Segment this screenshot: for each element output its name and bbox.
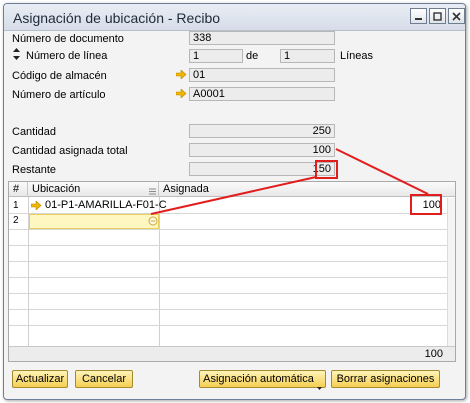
row-divider (9, 261, 455, 262)
warehouse-code-field[interactable]: 01 (189, 68, 335, 82)
row-number: 2 (13, 215, 19, 226)
row-divider (9, 277, 455, 278)
update-button[interactable]: Actualizar (12, 370, 68, 388)
document-number-field[interactable]: 338 (189, 31, 335, 45)
quantity-field: 250 (189, 124, 335, 138)
lines-label: Líneas (340, 50, 374, 62)
column-header-number[interactable]: # (9, 182, 28, 197)
line-current-field[interactable]: 1 (189, 49, 243, 63)
grid-footer: 100 (9, 346, 455, 361)
row-divider (9, 229, 455, 230)
link-arrow-icon[interactable] (175, 88, 187, 99)
allocation-grid: # Ubicación Asignada 1 01-P1-AMARILLA-F0… (8, 181, 456, 362)
table-row[interactable]: 1 01-P1-AMARILLA-F01-C 100 (9, 198, 455, 213)
row-divider (9, 309, 455, 310)
dropdown-arrow-icon (317, 380, 322, 390)
cancel-button[interactable]: Cancelar (75, 370, 133, 388)
grid-scrollbar[interactable] (447, 198, 455, 346)
location-cell[interactable]: 01-P1-AMARILLA-F01-C (45, 199, 167, 211)
row-number: 1 (13, 200, 19, 211)
browse-icon[interactable] (148, 216, 158, 226)
line-stepper-icon[interactable] (12, 47, 21, 61)
item-number-field[interactable]: A0001 (189, 87, 335, 101)
minimize-icon[interactable] (410, 8, 427, 24)
auto-assign-label: Asignación automática (203, 373, 314, 385)
row-divider (9, 325, 455, 326)
grid-header: # Ubicación Asignada (9, 182, 455, 197)
quantity-label: Cantidad (12, 126, 57, 138)
row-divider (9, 293, 455, 294)
warehouse-code-label: Código de almacén (12, 70, 107, 82)
assigned-total-field: 100 (189, 143, 335, 157)
close-icon[interactable] (448, 8, 465, 24)
column-header-location[interactable]: Ubicación (28, 182, 159, 197)
remaining-label: Restante (12, 164, 57, 176)
column-menu-icon[interactable] (149, 186, 156, 195)
document-number-label: Número de documento (12, 33, 124, 45)
line-total-field: 1 (280, 49, 335, 63)
remaining-field: 150 (189, 162, 335, 176)
link-arrow-icon[interactable] (30, 200, 42, 211)
clear-assign-button[interactable]: Borrar asignaciones (331, 370, 440, 388)
auto-assign-button[interactable]: Asignación automática (199, 370, 326, 390)
line-of-label: de (246, 50, 259, 62)
maximize-icon[interactable] (429, 8, 446, 24)
window-title: Asignación de ubicación - Recibo (13, 10, 221, 26)
location-cell-active[interactable] (29, 214, 159, 229)
line-number-label: Número de línea (26, 50, 108, 62)
assigned-total-label: Cantidad asignada total (12, 145, 128, 157)
footer-total: 100 (424, 348, 443, 360)
table-row[interactable]: 2 (9, 214, 455, 229)
item-number-label: Número de artículo (12, 89, 106, 101)
remaining-highlight-box (315, 160, 338, 179)
assigned-highlight-box (410, 194, 442, 215)
link-arrow-icon[interactable] (175, 69, 187, 80)
row-divider (9, 245, 455, 246)
title-bar: Asignación de ubicación - Recibo (4, 4, 465, 31)
